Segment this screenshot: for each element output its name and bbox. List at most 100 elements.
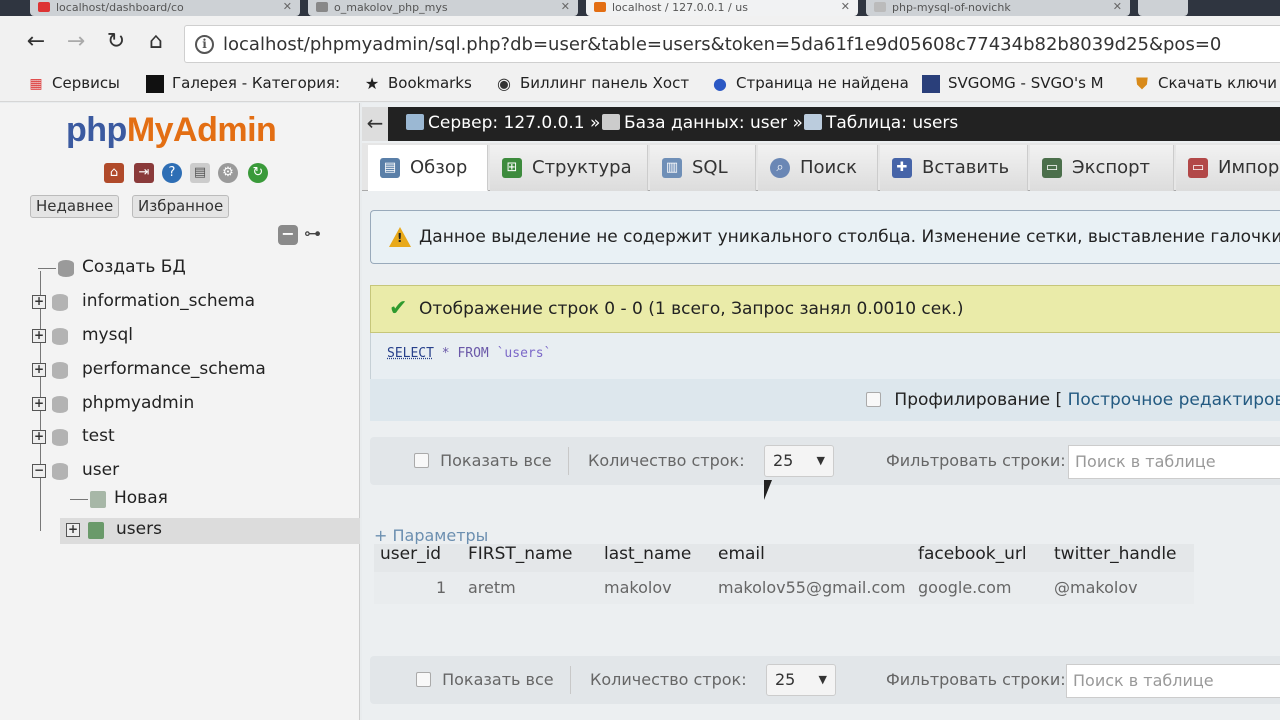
expand-icon[interactable]: + <box>32 363 46 377</box>
home-icon[interactable]: ⌂ <box>104 163 124 183</box>
gear-icon[interactable]: ⚙ <box>218 163 238 183</box>
bookmark-billing[interactable]: ◉ Биллинг панель Хост <box>494 74 689 93</box>
new-tab-button[interactable] <box>1138 0 1188 16</box>
column-header-twitter-handle[interactable]: twitter_handle <box>1054 544 1177 574</box>
tree-item-information-schema[interactable]: + information_schema <box>32 290 332 316</box>
column-header-first-name[interactable]: FIRST_name <box>468 544 573 574</box>
profiling-checkbox[interactable] <box>866 392 881 407</box>
browser-tab-dashboard[interactable]: localhost/dashboard/co ✕ <box>30 0 300 16</box>
browser-tab-makolov[interactable]: o_makolov_php_mys ✕ <box>308 0 578 16</box>
bookmark-label: Bookmarks <box>388 74 472 92</box>
recent-button[interactable]: Недавнее <box>30 195 120 218</box>
expand-icon[interactable]: + <box>66 523 80 537</box>
warning-text: Данное выделение не содержит уникального… <box>419 227 1280 247</box>
tab-structure[interactable]: ⊞ Структура <box>490 145 648 191</box>
bookmark-services[interactable]: ▦ Сервисы <box>26 74 120 92</box>
sql-keyword[interactable]: SELECT <box>387 346 434 361</box>
filter-rows-input[interactable]: Поиск в таблице <box>1068 445 1280 479</box>
expand-icon[interactable]: + <box>32 397 46 411</box>
url-text[interactable]: localhost/phpmyadmin/sql.php?db=user&tab… <box>223 34 1221 55</box>
phpmyadmin-icon <box>594 2 606 12</box>
close-icon[interactable]: ✕ <box>1113 0 1122 13</box>
column-header-last-name[interactable]: last_name <box>604 544 691 574</box>
sql-icon: ▥ <box>662 158 682 178</box>
cell-user-id[interactable]: 1 <box>436 578 446 597</box>
cell-email[interactable]: makolov55@gmail.com <box>718 578 906 597</box>
rows-count-select[interactable]: 25 ▼ <box>766 664 836 696</box>
browser-tab-phpmyadmin[interactable]: localhost / 127.0.0.1 / us ✕ <box>586 0 858 16</box>
navigation-sidebar: phpMyAdmin ⌂ ⇥ ? ▤ ⚙ ↻ Недавнее Избранно… <box>0 103 360 720</box>
expand-icon[interactable]: + <box>32 430 46 444</box>
filter-rows-input[interactable]: Поиск в таблице <box>1066 664 1280 698</box>
show-all-checkbox[interactable] <box>414 453 429 468</box>
tree-item-mysql[interactable]: + mysql <box>32 324 332 350</box>
inline-edit-link[interactable]: Построчное редактирован <box>1068 390 1280 410</box>
bookmark-bookmarks[interactable]: ★ Bookmarks <box>362 74 472 93</box>
tab-label: Вставить <box>922 157 1010 178</box>
docs-icon[interactable]: ▤ <box>190 163 210 183</box>
reload-navigation-icon[interactable]: ↻ <box>248 163 268 183</box>
tree-item-new-table[interactable]: Новая <box>70 487 330 513</box>
link-icon[interactable]: ⊶ <box>304 224 321 244</box>
tree-item-users[interactable]: + users <box>60 518 360 544</box>
help-icon[interactable]: ? <box>162 163 182 183</box>
expand-icon[interactable]: + <box>32 295 46 309</box>
cell-twitter-handle[interactable]: @makolov <box>1054 578 1138 597</box>
tab-search[interactable]: ⌕ Поиск <box>758 145 878 191</box>
collapse-sidebar-icon[interactable]: ← <box>362 107 388 141</box>
apps-grid-icon: ▦ <box>29 76 43 92</box>
tab-label: Структура <box>532 157 632 178</box>
bookmark-not-found[interactable]: ● Страница не найдена <box>710 74 909 93</box>
column-header-facebook-url[interactable]: facebook_url <box>918 544 1027 574</box>
close-icon[interactable]: ✕ <box>561 0 570 13</box>
tree-item-label: mysql <box>82 325 133 345</box>
tab-sql[interactable]: ▥ SQL <box>650 145 756 191</box>
tab-insert[interactable]: ✚ Вставить <box>880 145 1028 191</box>
collapse-icon[interactable]: − <box>32 464 46 478</box>
cell-facebook-url[interactable]: google.com <box>918 578 1011 597</box>
bookmark-svgomg[interactable]: SVGOMG - SVGO's M <box>922 74 1104 93</box>
search-icon: ⌕ <box>770 158 790 178</box>
info-icon[interactable]: i <box>195 35 214 54</box>
options-toggle[interactable]: + Параметры <box>374 526 488 545</box>
structure-icon: ⊞ <box>502 158 522 178</box>
phpmyadmin-logo[interactable]: phpMyAdmin <box>66 111 277 150</box>
show-all-control[interactable]: Показать все <box>416 670 554 689</box>
tab-export[interactable]: ▭ Экспорт <box>1030 145 1174 191</box>
close-icon[interactable]: ✕ <box>841 0 850 13</box>
tab-browse[interactable]: ▤ Обзор <box>368 145 488 191</box>
collapse-all-icon[interactable]: − <box>278 225 298 245</box>
breadcrumb-server[interactable]: Сервер: 127.0.0.1 » <box>406 113 600 133</box>
back-arrow-icon[interactable]: ← <box>22 28 50 56</box>
show-all-checkbox[interactable] <box>416 672 431 687</box>
tree-item-phpmyadmin[interactable]: + phpmyadmin <box>32 392 332 418</box>
tree-item-test[interactable]: + test <box>32 425 332 451</box>
bookmark-keys[interactable]: ⛊ Скачать ключи д <box>1132 74 1280 93</box>
cell-last-name[interactable]: makolov <box>604 578 672 597</box>
tab-label: SQL <box>692 157 728 178</box>
favorites-button[interactable]: Избранное <box>132 195 230 218</box>
close-icon[interactable]: ✕ <box>283 0 292 13</box>
logout-icon[interactable]: ⇥ <box>134 163 154 183</box>
bookmark-gallery[interactable]: Галерея - Категория: <box>146 74 340 93</box>
home-icon[interactable]: ⌂ <box>142 28 170 56</box>
breadcrumb-database[interactable]: База данных: user » <box>602 113 803 133</box>
tree-item-performance-schema[interactable]: + performance_schema <box>32 358 332 384</box>
database-icon <box>52 429 68 446</box>
expand-icon[interactable]: + <box>32 329 46 343</box>
browser-tab-php-mysql[interactable]: php-mysql-of-novichk ✕ <box>866 0 1130 16</box>
breadcrumb-table[interactable]: Таблица: users <box>804 113 958 133</box>
tree-item-create-db[interactable]: Создать БД <box>38 256 338 282</box>
address-bar[interactable]: i localhost/phpmyadmin/sql.php?db=user&t… <box>184 25 1280 63</box>
show-all-control[interactable]: Показать все <box>414 451 552 470</box>
column-header-user-id[interactable]: user_id <box>380 544 441 574</box>
tree-item-user[interactable]: − user <box>32 459 332 485</box>
results-nav-top: Показать все Количество строк: 25 ▼ Филь… <box>370 437 1280 485</box>
reload-icon[interactable]: ↻ <box>102 28 130 56</box>
logo-my: My <box>126 111 174 149</box>
tab-import[interactable]: ▭ Импор <box>1176 145 1280 191</box>
rows-count-select[interactable]: 25 ▼ <box>764 445 834 477</box>
column-header-email[interactable]: email <box>718 544 765 574</box>
forward-arrow-icon[interactable]: → <box>62 28 90 56</box>
cell-first-name[interactable]: aretm <box>468 578 516 597</box>
